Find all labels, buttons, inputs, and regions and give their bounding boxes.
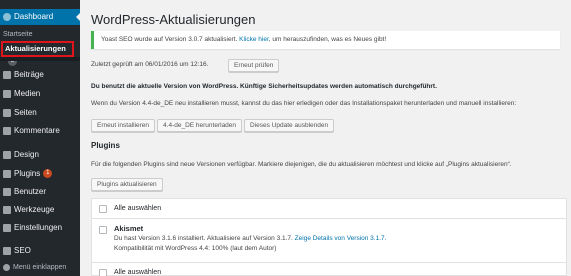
media-icon [3,90,11,98]
dashboard-icon [3,13,11,21]
select-all-footer-label[interactable]: Alle auswählen [114,269,161,276]
seo-icon [3,247,11,255]
plugin-details-link[interactable]: Zeige Details von Version 3.1.7. [295,235,387,242]
sidebar-item-label: Kommentare [14,126,60,135]
sidebar-item-medien[interactable]: Medien [0,87,80,101]
sidebar-item-werkzeuge[interactable]: Werkzeuge [0,203,80,217]
sidebar-item-label: Plugins [14,169,41,178]
sidebar-item-label: Aktualisierungen [5,44,66,53]
plugin-checkbox[interactable] [99,226,107,234]
sidebar-item-kommentare[interactable]: Kommentare [0,124,80,138]
sidebar-item-benutzer[interactable]: Benutzer [0,185,80,199]
sidebar-item-seiten[interactable]: Seiten [0,106,80,120]
sidebar-item-label: Beiträge [14,70,44,79]
plugin-version-text: Du hast Version 3.1.6 installiert. Aktua… [114,235,386,242]
check-again-button[interactable]: Erneut prüfen [228,59,280,72]
pin-icon [3,71,11,79]
plugin-row: Akismet Du hast Version 3.1.6 installier… [92,220,566,256]
sidebar-item-label: Werkzeuge [14,205,55,214]
sidebar-subitem-updates[interactable]: Aktualisierungen3 [1,41,74,66]
update-notice: Yoast SEO wurde auf Version 3.0.7 aktual… [91,31,560,49]
settings-icon [3,224,11,232]
current-version-notice: Du benutzt die aktuelle Version von Word… [91,83,437,90]
sidebar-item-einstellungen[interactable]: Einstellungen [0,221,80,235]
comment-icon [3,127,11,135]
plugins-table: Alle auswählen Akismet Du hast Version 3… [91,198,567,276]
page-title: WordPress-Aktualisierungen [91,12,256,27]
reinstall-button[interactable]: Erneut installieren [91,119,156,132]
sidebar-item-label: Design [14,150,39,159]
reinstall-text: Wenn du Version 4.4-de_DE neu installier… [91,100,517,107]
hide-update-button[interactable]: Dieses Update ausblenden [244,119,335,132]
sidebar-separator [0,57,80,61]
notice-link[interactable]: Klicke hier [239,36,269,43]
user-icon [3,188,11,196]
sidebar-item-dashboard[interactable]: Dashboard [0,9,80,25]
page-icon [3,109,11,117]
select-all-label[interactable]: Alle auswählen [114,205,161,212]
last-checked-text: Zuletzt geprüft am 06/01/2016 um 12:16. [91,61,209,68]
core-actions: Erneut installieren 4.4-de_DE herunterlad… [91,119,336,132]
plugin-compat-text: Kompatibilität mit WordPress 4.4: 100% (… [114,245,277,252]
sidebar-item-label: Benutzer [14,187,47,196]
collapse-menu-button[interactable]: Menü einklappen [3,263,66,273]
plugins-text: Für die folgenden Plugins sind neue Vers… [91,161,512,168]
select-all-footer-row: Alle auswählen [92,262,566,276]
collapse-label: Menü einklappen [13,264,67,271]
sidebar-subitem-startseite[interactable]: Startseite [3,31,33,38]
sidebar-item-design[interactable]: Design [0,148,80,162]
sidebar-item-label: Dashboard [14,12,54,21]
notice-rest: , um herauszufinden, was es Neues gibt! [268,36,387,43]
sidebar-item-beitraege[interactable]: Beiträge [0,68,80,82]
update-plugins-button[interactable]: Plugins aktualisieren [91,178,163,191]
sidebar-item-seo[interactable]: SEO [0,244,80,258]
plugin-name: Akismet [114,224,144,233]
select-all-footer-checkbox[interactable] [99,269,107,276]
select-all-checkbox[interactable] [99,205,107,213]
plugin-icon [3,170,11,178]
sidebar-item-plugins[interactable]: Plugins 1 [0,167,80,181]
download-button[interactable]: 4.4-de_DE herunterladen [157,119,243,132]
wrench-icon [3,206,11,214]
select-all-row: Alle auswählen [92,199,566,219]
sidebar-item-label: Einstellungen [14,223,63,232]
main-content: WordPress-Aktualisierungen Yoast SEO wur… [80,0,571,276]
collapse-icon [3,263,10,271]
sidebar-item-label: Seiten [14,108,37,117]
plugins-heading: Plugins [91,141,120,150]
admin-sidebar: Dashboard Startseite Aktualisierungen3 B… [0,0,80,276]
brush-icon [3,151,11,159]
plugins-count-badge: 1 [43,169,53,179]
notice-text: Yoast SEO wurde auf Version 3.0.7 aktual… [101,36,240,43]
sidebar-item-label: Medien [14,89,41,98]
sidebar-item-label: SEO [14,246,31,255]
plugin-version-info: Du hast Version 3.1.6 installiert. Aktua… [114,235,295,242]
